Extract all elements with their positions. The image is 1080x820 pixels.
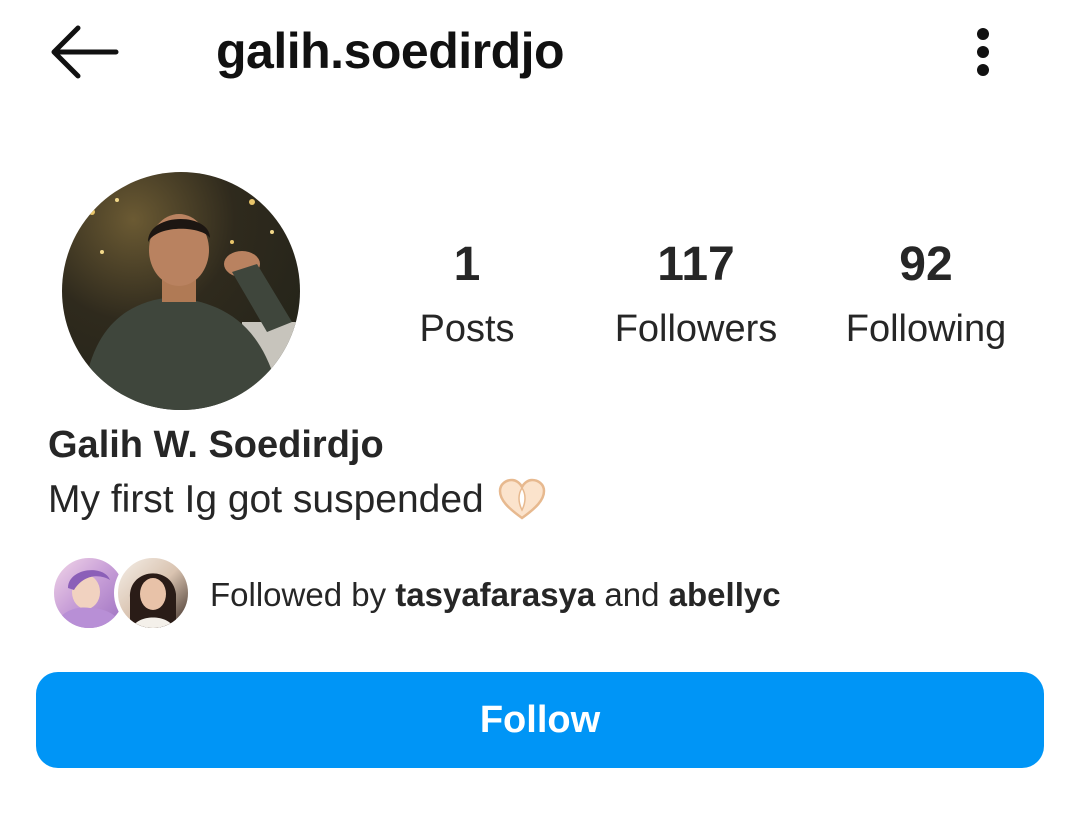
mutual-username[interactable]: abellyc <box>669 576 781 613</box>
bio-text: My first Ig got suspended <box>48 478 484 521</box>
follow-button[interactable]: Follow <box>36 672 1044 768</box>
profile-page: galih.soedirdjo 1 Posts 117 Followers 92… <box>0 0 1080 820</box>
profile-username: galih.soedirdjo <box>216 23 565 79</box>
followed-by-prefix: Followed by <box>210 576 396 613</box>
followers-count-value: 117 <box>657 238 735 291</box>
avatar-photo <box>82 198 300 410</box>
following-count-value: 92 <box>899 238 953 291</box>
back-button[interactable] <box>44 20 124 84</box>
heart-hands-icon <box>496 478 548 522</box>
followed-by-text: Followed by tasyafarasya and abellyc <box>210 576 781 614</box>
arrow-left-icon <box>51 25 119 79</box>
posts-count-label: Posts <box>419 308 515 350</box>
top-bar: galih.soedirdjo <box>0 0 1080 110</box>
followers-count-label: Followers <box>614 308 778 350</box>
vertical-ellipsis-icon <box>977 64 989 76</box>
mutual-username[interactable]: tasyafarasya <box>395 576 595 613</box>
mutual-avatar <box>114 554 192 632</box>
vertical-ellipsis-icon <box>977 28 989 40</box>
followed-by-connector: and <box>595 576 669 613</box>
following-count-label: Following <box>845 308 1007 350</box>
profile-bio: My first Ig got suspended <box>48 478 548 522</box>
followers-count[interactable]: 117 Followers <box>596 236 796 364</box>
profile-avatar[interactable] <box>62 172 300 410</box>
posts-count-value: 1 <box>453 238 481 291</box>
following-count[interactable]: 92 Following <box>826 236 1026 364</box>
more-options-button[interactable] <box>962 22 1006 82</box>
profile-full-name: Galih W. Soedirdjo <box>48 424 384 466</box>
posts-count[interactable]: 1 Posts <box>367 236 567 364</box>
followed-by-row[interactable]: Followed by tasyafarasya and abellyc <box>50 554 950 634</box>
vertical-ellipsis-icon <box>977 46 989 58</box>
